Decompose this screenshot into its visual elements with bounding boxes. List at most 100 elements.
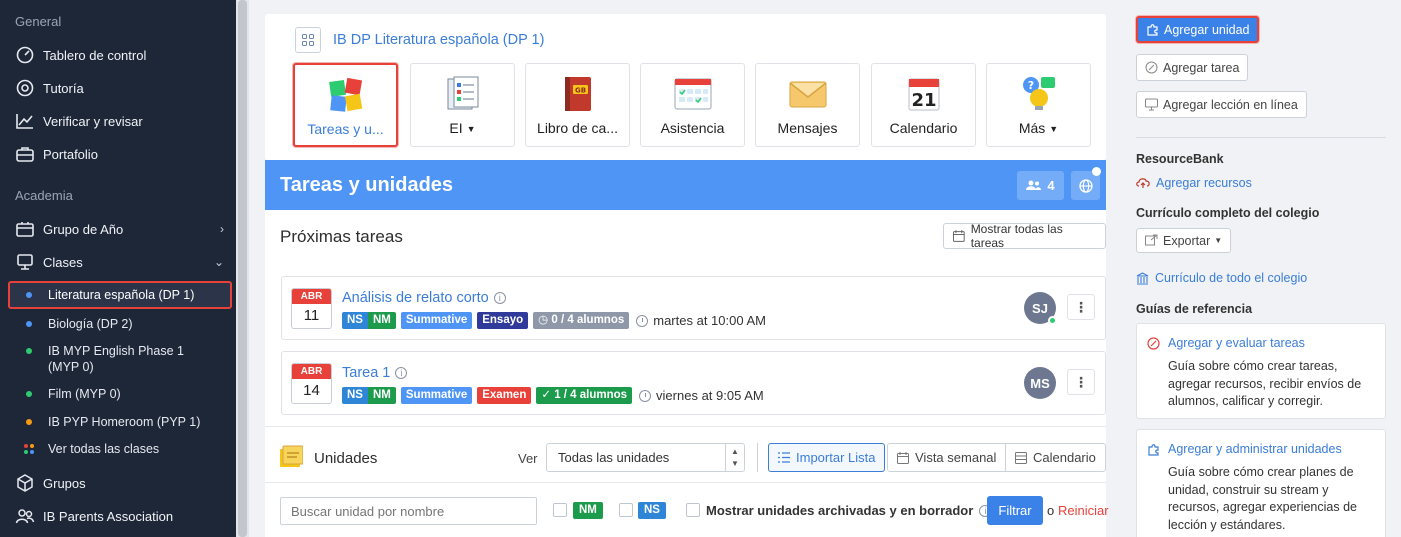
task-date: ABR 14	[291, 363, 332, 404]
sidebar-item-tutoria[interactable]: Tutoría	[0, 73, 236, 103]
class-color-dot	[26, 419, 32, 425]
filter-button[interactable]: Filtrar	[987, 496, 1043, 525]
tag-kind: Ensayo	[477, 312, 529, 329]
sidebar-item-grupos[interactable]: Grupos	[0, 468, 236, 498]
sidebar-class-film[interactable]: Film (MYP 0)	[0, 386, 236, 402]
task-time: martes at 10:00 AM	[636, 313, 766, 328]
nm-checkbox[interactable]	[553, 503, 567, 517]
tag-ns: NS	[342, 312, 368, 329]
task-tags: NS NM Summative Examen ✓ 1 / 4 alumnos v…	[342, 387, 764, 404]
sidebar-class-biologia[interactable]: Biología (DP 2)	[0, 316, 236, 332]
tag-ns: NS	[342, 387, 368, 404]
tool-libro-calificaciones[interactable]: GB Libro de ca...	[525, 63, 630, 147]
attendance-icon	[641, 74, 744, 114]
chart-line-icon	[15, 111, 35, 131]
show-all-tasks-button[interactable]: Mostrar todas las tareas	[943, 222, 1106, 250]
ns-checkbox[interactable]	[619, 503, 633, 517]
more-apps-icon: ?	[987, 74, 1090, 114]
task-time: viernes at 9:05 AM	[639, 388, 764, 403]
sidebar-item-clases[interactable]: Clases ⌄	[0, 247, 236, 277]
cloud-upload-icon	[1136, 177, 1150, 189]
class-apps-icon	[295, 27, 321, 53]
sidebar-item-grupo-anio[interactable]: Grupo de Año ›	[0, 214, 236, 244]
users-icon	[1026, 180, 1042, 190]
right-panel: Agregar unidad Agregar tarea Agregar lec…	[1123, 0, 1401, 537]
section-general: General	[15, 14, 62, 29]
tag-summative: Summative	[400, 387, 473, 404]
caret-down-icon: ▼	[1049, 124, 1059, 135]
scrollbar-thumb[interactable]	[238, 0, 247, 537]
task-row[interactable]: ABR 14 Tarea 1i NS NM Summative Examen ✓…	[281, 351, 1106, 415]
students-submitted-badge: ✓ 1 / 4 alumnos	[536, 387, 633, 404]
info-icon[interactable]: i	[395, 367, 408, 379]
sidebar-scrollbar[interactable]	[236, 0, 249, 537]
tool-ei[interactable]: EI ▼	[410, 63, 515, 147]
svg-text:?: ?	[1027, 79, 1033, 92]
calendar-small-icon	[897, 451, 909, 464]
class-title[interactable]: IB DP Literatura española (DP 1)	[295, 27, 544, 53]
tag-nm: NM	[367, 387, 396, 404]
sidebar-class-pyp-homeroom[interactable]: IB PYP Homeroom (PYP 1)	[0, 414, 236, 430]
units-filter-select[interactable]: Todas las unidades ▲ ▼	[546, 443, 745, 472]
list-icon	[778, 452, 790, 463]
guide-title-link[interactable]: Agregar y evaluar tareas	[1147, 336, 1305, 350]
task-name-link[interactable]: Análisis de relato corto i	[342, 290, 506, 306]
tool-mas[interactable]: ? Más ▼	[986, 63, 1091, 147]
sidebar-item-tablero[interactable]: Tablero de control	[0, 40, 236, 70]
show-archived-checkbox[interactable]	[686, 503, 700, 517]
info-icon[interactable]: i	[493, 292, 506, 304]
task-row[interactable]: ABR 11 Análisis de relato corto i NS NM S…	[281, 276, 1106, 340]
sidebar-class-literatura[interactable]: Literatura española (DP 1)	[8, 281, 232, 309]
guide-title-link[interactable]: Agregar y administrar unidades	[1147, 442, 1342, 456]
more-options-button[interactable]: ⋮	[1067, 294, 1095, 320]
more-options-button[interactable]: ⋮	[1067, 369, 1095, 395]
add-resources-link[interactable]: Agregar recursos	[1136, 176, 1252, 190]
add-online-lesson-button[interactable]: Agregar lección en línea	[1136, 91, 1307, 118]
calendar-view-button[interactable]: Calendario	[1005, 443, 1106, 472]
tool-tareas-unidades[interactable]: Tareas y u...	[293, 63, 398, 147]
main-content: IB DP Literatura española (DP 1) Tareas …	[249, 0, 1123, 537]
sidebar-item-verificar[interactable]: Verificar y revisar	[0, 106, 236, 136]
sidebar: General Tablero de control Tutoría Verif…	[0, 0, 236, 537]
guide-card[interactable]: Agregar y evaluar tareas Guía sobre cómo…	[1136, 323, 1386, 419]
puzzle-icon	[295, 75, 396, 115]
unit-search-input[interactable]	[280, 497, 537, 525]
add-task-button[interactable]: Agregar tarea	[1136, 54, 1249, 81]
sidebar-item-ib-parents[interactable]: IB Parents Association	[0, 501, 236, 531]
avatar[interactable]: SJ	[1024, 292, 1057, 325]
calendar-grid-icon	[1015, 451, 1027, 464]
export-button[interactable]: Exportar ▼	[1136, 228, 1232, 253]
guides-heading: Guías de referencia	[1136, 302, 1253, 316]
or-text: o	[1047, 503, 1055, 518]
school-curriculum-link[interactable]: Currículo de todo el colegio	[1136, 271, 1307, 285]
envelope-icon	[756, 74, 859, 114]
sidebar-item-portafolio[interactable]: Portafolio	[0, 139, 236, 169]
members-button[interactable]: 4	[1017, 171, 1064, 200]
units-title: Unidades	[314, 450, 378, 467]
import-list-button[interactable]: Importar Lista	[768, 443, 886, 472]
class-color-dot	[26, 321, 32, 327]
edit-circle-icon	[1147, 336, 1160, 350]
class-color-dot	[26, 292, 32, 298]
puzzle-piece-icon	[1147, 443, 1160, 456]
add-unit-button[interactable]: Agregar unidad	[1136, 16, 1260, 43]
sidebar-all-classes[interactable]: Ver todas las clases	[0, 441, 236, 457]
calendar-small-icon	[953, 230, 965, 242]
tool-mensajes[interactable]: Mensajes	[755, 63, 860, 147]
tag-kind: Examen	[477, 387, 532, 404]
tool-calendario[interactable]: 21 Calendario	[871, 63, 976, 147]
guide-card[interactable]: Agregar y administrar unidades Guía sobr…	[1136, 429, 1386, 537]
tool-asistencia[interactable]: Asistencia	[640, 63, 745, 147]
weekly-view-button[interactable]: Vista semanal	[887, 443, 1007, 472]
class-color-dot	[26, 348, 32, 354]
tag-summative: Summative	[400, 312, 473, 329]
svg-text:21: 21	[911, 90, 936, 111]
sidebar-class-myp-english[interactable]: IB MYP English Phase 1 (MYP 0)	[0, 343, 210, 375]
avatar[interactable]: MS	[1024, 367, 1056, 399]
units-panel: Unidades Ver Todas las unidades ▲ ▼ Impor…	[265, 427, 1109, 537]
task-name-link[interactable]: Tarea 1i	[342, 365, 408, 381]
building-icon	[1136, 271, 1149, 285]
reset-link[interactable]: Reiniciar	[1058, 503, 1109, 518]
section-banner: Tareas y unidades 4	[265, 160, 1106, 210]
checklist-icon	[411, 74, 514, 114]
